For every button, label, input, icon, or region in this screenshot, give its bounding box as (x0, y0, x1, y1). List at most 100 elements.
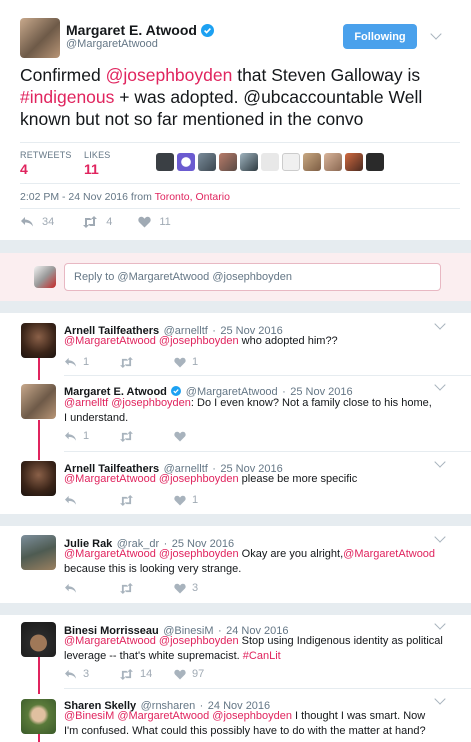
like-heart-icon[interactable] (174, 583, 186, 594)
reply-icon[interactable] (64, 357, 77, 368)
reply-options-chevron-icon[interactable] (434, 456, 446, 468)
reply-input[interactable]: Reply to @MargaretAtwood @josephboyden (64, 263, 441, 291)
reply-avatar[interactable] (21, 535, 56, 570)
like-heart-icon[interactable] (174, 357, 186, 368)
reply-icon[interactable] (64, 495, 77, 506)
liker-avatar[interactable] (177, 153, 195, 171)
reply-count: 1 (83, 430, 90, 442)
retweets-count[interactable]: 4 (20, 161, 28, 177)
main-tweet-actions: 34 4 11 (20, 216, 171, 228)
tweet-options-chevron-icon[interactable] (430, 28, 442, 40)
reply-options-chevron-icon[interactable] (434, 531, 446, 543)
reply-actions: 1 (64, 430, 192, 442)
reply-options-chevron-icon[interactable] (434, 618, 446, 630)
reply-options-chevron-icon[interactable] (434, 693, 446, 705)
retweet-icon[interactable] (119, 430, 134, 442)
liker-avatar[interactable] (345, 153, 363, 171)
reply-icon[interactable] (20, 216, 34, 228)
like-heart-icon[interactable] (174, 669, 186, 680)
retweet-count: 14 (140, 668, 153, 680)
reply-avatar[interactable] (21, 622, 56, 657)
reply-count: 1 (83, 356, 90, 368)
verified-badge-icon (201, 24, 215, 37)
current-user-avatar[interactable] (34, 266, 56, 288)
retweet-icon[interactable] (119, 494, 134, 506)
likes-label: LIKES (84, 150, 111, 160)
reply-mention-end[interactable]: @MargaretAtwood (343, 548, 435, 560)
reply-actions: 3 (64, 582, 198, 594)
liker-avatar[interactable] (366, 153, 384, 171)
reply-mentions[interactable]: @MargaretAtwood @josephboyden (64, 635, 239, 647)
likes-count[interactable]: 11 (84, 161, 99, 177)
reply-mentions[interactable]: @BinesiM @MargaretAtwood @josephboyden (64, 710, 292, 722)
retweet-count: 4 (106, 216, 113, 228)
like-count: 1 (192, 494, 199, 506)
liker-avatar[interactable] (240, 153, 258, 171)
tweet-text-part: that Steven Galloway is (232, 65, 421, 85)
reply-icon[interactable] (64, 431, 77, 442)
liker-avatar[interactable] (156, 153, 174, 171)
reply-icon[interactable] (64, 583, 77, 594)
tweet-text: Confirmed @josephboyden that Steven Gall… (20, 64, 460, 130)
reply-actions: 1 (64, 494, 198, 506)
reply-options-chevron-icon[interactable] (434, 379, 446, 391)
following-button[interactable]: Following (343, 24, 417, 49)
author-avatar[interactable] (20, 18, 60, 58)
liker-avatars (156, 153, 384, 171)
reply-mentions[interactable]: @arnelltf @josephboyden (64, 397, 191, 409)
reply-options-chevron-icon[interactable] (434, 318, 446, 330)
verified-badge-icon (171, 386, 182, 396)
retweet-icon[interactable] (119, 356, 134, 368)
reply-mentions[interactable]: @MargaretAtwood @josephboyden (64, 335, 239, 347)
reply-avatar[interactable] (21, 461, 56, 496)
reply-mentions[interactable]: @MargaretAtwood @josephboyden (64, 548, 239, 560)
liker-avatar[interactable] (303, 153, 321, 171)
like-heart-icon[interactable] (174, 495, 186, 506)
reply-actions: 3 14 97 (64, 668, 204, 680)
reply-avatar[interactable] (21, 323, 56, 358)
liker-avatar[interactable] (282, 153, 300, 171)
like-heart-icon[interactable] (174, 431, 186, 442)
tweet-timestamp-row: 2:02 PM - 24 Nov 2016 from Toronto, Onta… (20, 191, 230, 203)
tweet-text-part: Confirmed (20, 65, 106, 85)
reply-avatar[interactable] (21, 384, 56, 419)
reply-mentions[interactable]: @MargaretAtwood @josephboyden (64, 473, 239, 485)
reply-text: @arnelltf @josephboyden: Do I even know?… (64, 396, 434, 426)
reply-count: 3 (83, 668, 90, 680)
reply-text: @MargaretAtwood @josephboyden please be … (64, 472, 444, 487)
reply-count: 34 (42, 216, 55, 228)
liker-avatar[interactable] (261, 153, 279, 171)
reply-body: who adopted him?? (238, 335, 338, 347)
liker-avatar[interactable] (219, 153, 237, 171)
tweet-location-link[interactable]: Toronto, Ontario (155, 191, 230, 203)
tweet-timestamp[interactable]: 2:02 PM - 24 Nov 2016 from (20, 191, 155, 203)
reply-body-continued: because this is looking very strange. (64, 563, 242, 575)
reply-body: please be more specific (238, 473, 358, 485)
like-heart-icon[interactable] (138, 216, 152, 228)
like-count: 3 (192, 582, 199, 594)
mention-link[interactable]: @josephboyden (106, 65, 233, 85)
like-count: 97 (192, 668, 205, 680)
reply-icon[interactable] (64, 669, 77, 680)
retweet-icon[interactable] (119, 668, 134, 680)
reply-text: @MargaretAtwood @josephboyden who adopte… (64, 334, 444, 349)
reply-actions: 1 1 (64, 356, 198, 368)
reply-avatar[interactable] (21, 699, 56, 734)
reply-text: @MargaretAtwood @josephboyden Okay are y… (64, 547, 444, 577)
like-count: 11 (159, 216, 171, 228)
following-button-label: Following (354, 30, 406, 43)
hashtag-link[interactable]: #CanLit (243, 650, 281, 662)
liker-avatar[interactable] (324, 153, 342, 171)
like-count: 1 (192, 356, 199, 368)
reply-text: @MargaretAtwood @josephboyden Stop using… (64, 634, 444, 664)
reply-input-placeholder: Reply to @MargaretAtwood @josephboyden (74, 271, 293, 283)
liker-avatar[interactable] (198, 153, 216, 171)
hashtag-link[interactable]: #indigenous (20, 87, 114, 107)
reply-text: @BinesiM @MargaretAtwood @josephboyden I… (64, 709, 434, 739)
retweet-icon[interactable] (82, 216, 98, 228)
reply-body: Okay are you alright, (238, 548, 344, 560)
author-handle[interactable]: @MargaretAtwood (66, 38, 158, 50)
retweet-icon[interactable] (119, 582, 134, 594)
author-display-name[interactable]: Margaret E. Atwood (66, 22, 197, 38)
retweets-label: RETWEETS (20, 150, 72, 160)
